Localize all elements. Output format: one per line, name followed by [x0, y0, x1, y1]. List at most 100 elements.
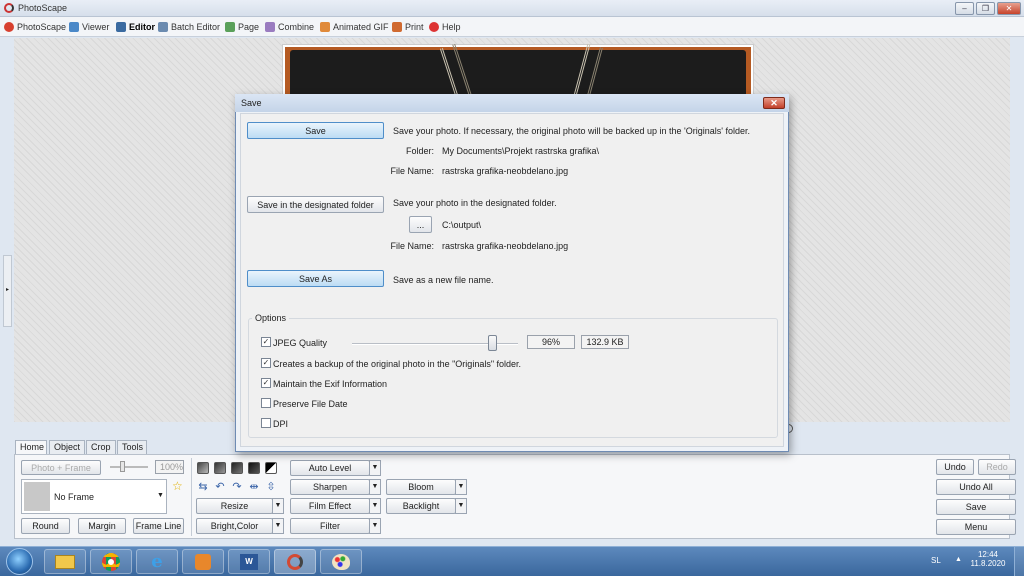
file-name-value: rastrska grafika-neobdelano.jpg [442, 166, 569, 176]
tab-object[interactable]: Object [49, 440, 85, 455]
chrome-icon [102, 552, 120, 571]
designated-description: Save your photo in the designated folder… [393, 198, 557, 208]
taskbar-word[interactable]: W [228, 549, 270, 574]
filter-button[interactable]: Filter [290, 518, 370, 534]
page-icon [225, 22, 235, 32]
menu-page[interactable]: Page [225, 20, 259, 34]
photoscape-icon [287, 553, 303, 570]
restore-button[interactable]: ❐ [976, 2, 995, 15]
taskbar-clock[interactable]: 12:44 11.8.2020 [966, 550, 1010, 568]
options-label: Options [252, 313, 290, 323]
backlight-dropdown[interactable]: ▼ [455, 498, 467, 514]
save-button[interactable]: Save [247, 122, 384, 139]
menu-editor[interactable]: Editor [116, 20, 155, 34]
app-title: PhotoScape [18, 3, 68, 13]
save-as-button[interactable]: Save As [247, 270, 384, 287]
folder-value: My Documents\Projekt rastrska grafika\ [442, 146, 600, 156]
sharpen-button[interactable]: Sharpen [290, 479, 370, 495]
rotate-right-icon[interactable]: ↷ [231, 481, 243, 493]
save-main-button[interactable]: Save [936, 499, 1016, 515]
browse-folder-button[interactable]: ... [409, 216, 432, 233]
editor-icon [116, 22, 126, 32]
language-indicator[interactable]: SL [931, 556, 941, 565]
folder-label: Folder: [405, 146, 434, 156]
menu-viewer[interactable]: Viewer [69, 20, 109, 34]
minimize-button[interactable]: – [955, 2, 974, 15]
save-as-description: Save as a new file name. [393, 275, 494, 285]
jpeg-quality-checkbox[interactable]: ✓ [261, 337, 271, 347]
bloom-dropdown[interactable]: ▼ [455, 479, 467, 495]
bright-color-button[interactable]: Bright,Color [196, 518, 273, 534]
combine-icon [265, 22, 275, 32]
darken-more-icon[interactable] [231, 462, 243, 474]
auto-level-button[interactable]: Auto Level [290, 460, 370, 476]
backlight-button[interactable]: Backlight [386, 498, 456, 514]
save-description: Save your photo. If necessary, the origi… [393, 126, 750, 136]
menu-button[interactable]: Menu [936, 519, 1016, 535]
menu-print[interactable]: Print [392, 20, 424, 34]
filter-dropdown[interactable]: ▼ [369, 518, 381, 534]
round-button[interactable]: Round [21, 518, 70, 534]
output-path-value: C:\output\ [442, 220, 482, 230]
jpeg-quality-slider-thumb[interactable] [488, 335, 497, 351]
photo-frame-button[interactable]: Photo + Frame [21, 460, 101, 475]
flip-vertical-icon[interactable]: ⇳ [265, 481, 277, 493]
bright-color-dropdown[interactable]: ▼ [272, 518, 284, 534]
left-panel-toggle[interactable]: ▸ [3, 255, 12, 327]
resize-dropdown[interactable]: ▼ [272, 498, 284, 514]
close-button[interactable]: ✕ [997, 2, 1021, 15]
save-designated-folder-button[interactable]: Save in the designated folder [247, 196, 384, 213]
file-explorer-icon [55, 554, 75, 569]
menu-batch-editor[interactable]: Batch Editor [158, 20, 220, 34]
auto-level-dropdown[interactable]: ▼ [369, 460, 381, 476]
animated-gif-icon [320, 22, 330, 32]
zoom-slider-thumb[interactable] [120, 461, 125, 472]
menu-photoscape[interactable]: PhotoScape [4, 20, 66, 34]
rotate-left-icon[interactable]: ↶ [214, 481, 226, 493]
tab-crop[interactable]: Crop [86, 440, 116, 455]
taskbar-file-explorer[interactable] [44, 549, 86, 574]
frame-thumbnail [24, 482, 50, 511]
taskbar-media-player[interactable] [182, 549, 224, 574]
bloom-button[interactable]: Bloom [386, 479, 456, 495]
redo-button[interactable]: Redo [978, 459, 1016, 475]
menu-combine[interactable]: Combine [265, 20, 314, 34]
margin-button[interactable]: Margin [78, 518, 126, 534]
menu-animated-gif[interactable]: Animated GIF [320, 20, 389, 34]
clock-time: 12:44 [977, 550, 999, 559]
dialog-close-button[interactable]: ✕ [763, 97, 785, 109]
tray-expand-icon[interactable]: ▲ [955, 556, 962, 563]
backup-originals-checkbox[interactable]: ✓ [261, 358, 271, 368]
undo-all-button[interactable]: Undo All [936, 479, 1016, 495]
maintain-exif-checkbox[interactable]: ✓ [261, 378, 271, 388]
darken-icon[interactable] [214, 462, 226, 474]
film-effect-button[interactable]: Film Effect [290, 498, 370, 514]
undo-button[interactable]: Undo [936, 459, 974, 475]
tab-tools[interactable]: Tools [117, 440, 147, 455]
dialog-title: Save [241, 98, 262, 108]
resize-button[interactable]: Resize [196, 498, 273, 514]
preserve-file-date-checkbox[interactable] [261, 398, 271, 408]
start-orb-icon[interactable] [6, 548, 33, 575]
darken-bright-icon[interactable] [197, 462, 209, 474]
word-icon: W [240, 553, 258, 570]
taskbar-internet-explorer[interactable]: e [136, 549, 178, 574]
flip-horizontal-icon[interactable]: ⇹ [248, 481, 260, 493]
media-player-icon [195, 553, 211, 570]
darken-most-icon[interactable] [248, 462, 260, 474]
sharpen-dropdown[interactable]: ▼ [369, 479, 381, 495]
favorite-star-icon[interactable]: ☆ [172, 479, 183, 493]
taskbar-chrome[interactable] [90, 549, 132, 574]
menu-help[interactable]: Help [429, 20, 461, 34]
dpi-checkbox[interactable] [261, 418, 271, 428]
show-desktop-button[interactable] [1014, 547, 1024, 576]
taskbar-photoscape[interactable] [274, 549, 316, 574]
dropdown-arrow-icon[interactable]: ▼ [157, 492, 164, 499]
app-titlebar: PhotoScape – ❐ ✕ [0, 0, 1024, 17]
zoom-slider[interactable] [110, 466, 148, 468]
flip-icon[interactable]: ⇆ [197, 481, 209, 493]
taskbar-paint[interactable] [320, 549, 362, 574]
frame-line-button[interactable]: Frame Line [133, 518, 184, 534]
film-effect-dropdown[interactable]: ▼ [369, 498, 381, 514]
contrast-icon[interactable] [265, 462, 277, 474]
